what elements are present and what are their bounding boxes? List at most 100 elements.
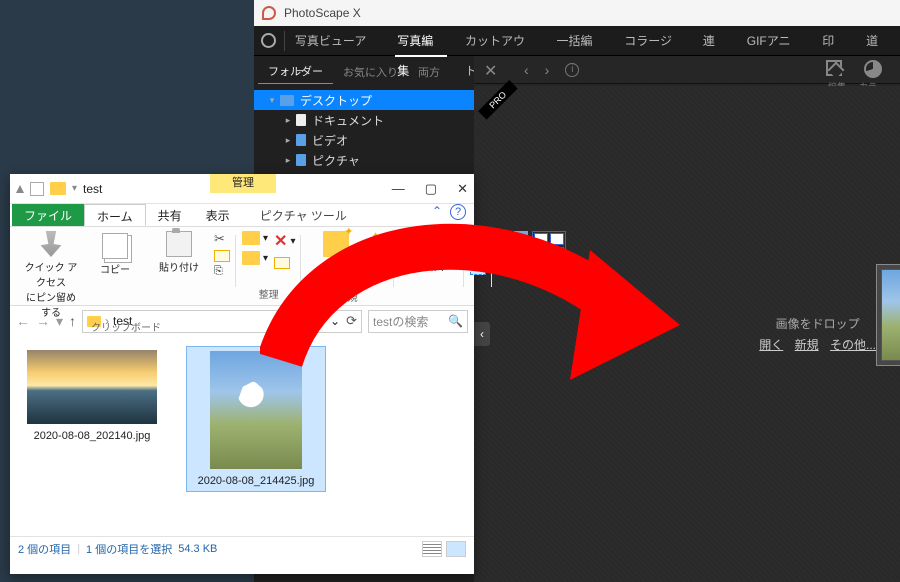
move-to-button[interactable]: ▾ xyxy=(242,231,268,245)
side-tab-both[interactable]: 両方 xyxy=(408,60,450,84)
copy-to-button[interactable]: ▾ xyxy=(242,251,268,265)
tab-editor[interactable]: 写真編集 xyxy=(387,26,455,56)
search-icon[interactable] xyxy=(254,26,284,56)
drop-canvas[interactable]: PRO ‹ 画像をドロップ 開く 新規 その他... ↖ コピー xyxy=(474,86,900,582)
file-item[interactable]: 2020-08-08_214425.jpg xyxy=(186,346,326,492)
delete-icon: ✕ xyxy=(274,231,287,251)
search-icon: 🔍 xyxy=(448,314,463,328)
scissors-icon: ✂ xyxy=(214,231,225,247)
photoscape-titlebar[interactable]: PhotoScape X xyxy=(254,0,900,26)
tree-node-videos[interactable]: ▸ ビデオ xyxy=(254,130,474,150)
dragged-image-thumbnail xyxy=(881,269,900,361)
image-thumbnail xyxy=(27,350,157,424)
tab-combine[interactable]: 連結 xyxy=(693,26,737,56)
ribbon-tab-share[interactable]: 共有 xyxy=(146,204,194,226)
tab-gif[interactable]: GIFアニメ xyxy=(737,26,812,56)
copy-path-button[interactable] xyxy=(214,250,230,262)
maximize-button[interactable]: ▢ xyxy=(425,181,437,197)
easy-access-button[interactable]: ↘▾ xyxy=(371,245,387,256)
pin-quick-access-button[interactable]: クイック アクセス にピン留めする xyxy=(22,231,80,319)
link-open[interactable]: 開く xyxy=(759,338,783,352)
document-icon xyxy=(296,114,306,126)
status-size: 54.3 KB xyxy=(178,543,217,555)
select-none-button[interactable] xyxy=(470,247,486,259)
prev-icon[interactable]: ‹ xyxy=(524,62,529,78)
easy-access-icon: ↘ xyxy=(371,245,379,256)
link-new[interactable]: 新規 xyxy=(795,338,819,352)
address-dropdown-icon[interactable]: ⌄ xyxy=(330,314,340,328)
color-icon[interactable] xyxy=(864,60,882,78)
ribbon-collapse-icon[interactable]: ⌃ xyxy=(432,204,442,226)
tab-cutout[interactable]: カットアウト xyxy=(455,26,547,56)
help-icon[interactable]: ? xyxy=(450,204,466,220)
next-icon[interactable]: › xyxy=(545,62,550,78)
ribbon-tab-home[interactable]: ホーム xyxy=(84,204,146,226)
ribbon-tab-file[interactable]: ファイル xyxy=(12,204,84,226)
ribbon-contextual-tab-group: 管理 xyxy=(210,174,276,193)
pin-icon xyxy=(38,231,64,257)
file-list[interactable]: 2020-08-08_202140.jpg 2020-08-08_214425.… xyxy=(10,336,474,536)
ribbon: クイック アクセス にピン留めする コピー 貼り付け ✂ ⎘ クリップボード ▾… xyxy=(10,226,474,306)
collapse-sidebar-handle[interactable]: ‹ xyxy=(474,322,490,346)
search-box[interactable]: testの検索 🔍 xyxy=(368,310,468,333)
tree-node-pictures[interactable]: ▸ ピクチャ xyxy=(254,150,474,170)
refresh-icon[interactable]: ⟳ xyxy=(346,313,357,329)
ribbon-tab-view[interactable]: 表示 xyxy=(194,204,242,226)
tab-print[interactable]: 印刷 xyxy=(812,26,856,56)
info-icon[interactable]: i xyxy=(565,63,579,77)
select-all-button[interactable] xyxy=(470,231,486,243)
close-icon[interactable]: ✕ xyxy=(484,61,497,81)
rename-button[interactable] xyxy=(274,257,295,269)
thumbnails-view-button[interactable] xyxy=(446,541,466,557)
photoscape-logo-icon xyxy=(262,6,276,20)
edit-icon[interactable] xyxy=(826,60,842,76)
move-icon xyxy=(242,231,260,245)
view-extra-large-icon[interactable] xyxy=(532,231,566,261)
file-item[interactable]: 2020-08-08_202140.jpg xyxy=(22,346,162,446)
view-large-icon[interactable] xyxy=(498,231,528,261)
photoscape-title: PhotoScape X xyxy=(284,6,361,20)
paste-shortcut-button[interactable]: ⎘ xyxy=(214,265,230,278)
invert-selection-button[interactable] xyxy=(470,263,486,275)
tab-collage[interactable]: コラージュ xyxy=(614,26,693,56)
tab-tools[interactable]: 道具 xyxy=(856,26,900,56)
tab-batch[interactable]: 一括編集 xyxy=(547,26,615,56)
photoscape-main-tabs: 写真ビューアー 写真編集 カットアウト 一括編集 コラージュ 連結 GIFアニメ… xyxy=(254,26,900,56)
qat-caret-icon[interactable]: ▾ xyxy=(72,183,77,194)
properties-icon xyxy=(416,231,442,257)
ribbon-tab-picture-tools[interactable]: ピクチャ ツール xyxy=(248,204,359,226)
chevron-right-icon[interactable]: ▸ xyxy=(284,155,292,166)
link-other[interactable]: その他... xyxy=(830,338,876,352)
ribbon-tabs: ファイル ホーム 共有 表示 ピクチャ ツール ⌃ ? xyxy=(10,204,474,226)
chevron-right-icon[interactable]: ▸ xyxy=(284,115,292,126)
file-name: 2020-08-08_202140.jpg xyxy=(34,430,151,442)
details-view-button[interactable] xyxy=(422,541,442,557)
new-folder-icon xyxy=(323,231,349,257)
photoscape-canvas-area: ✕ ‹ › i 編集 カラー PRO ‹ 画像をドロップ 開く 新規 その他..… xyxy=(474,56,900,582)
minimize-button[interactable]: — xyxy=(392,181,405,197)
copy-to-icon xyxy=(242,251,260,265)
qat-dropdown-icon[interactable] xyxy=(16,185,24,193)
tree-node-desktop[interactable]: ▾ デスクトップ xyxy=(254,90,474,110)
shortcut-icon: ⎘ xyxy=(214,265,223,278)
new-folder-button[interactable]: 新しい フォルダー xyxy=(307,231,365,289)
copy-button[interactable]: コピー xyxy=(86,231,144,319)
chevron-right-icon[interactable]: ▸ xyxy=(284,135,292,146)
clipboard-small-buttons: ✂ ⎘ xyxy=(214,231,230,319)
status-selected-count: 1 個の項目を選択 xyxy=(86,541,172,557)
qat-properties-icon[interactable] xyxy=(30,182,44,196)
new-item-icon: ✦ xyxy=(371,231,379,242)
cut-button[interactable]: ✂ xyxy=(214,231,230,247)
tree-node-documents[interactable]: ▸ ドキュメント xyxy=(254,110,474,130)
paste-button[interactable]: 貼り付け xyxy=(150,231,208,319)
properties-button[interactable]: プロパ xyxy=(400,231,458,274)
new-item-button[interactable]: ✦▾ xyxy=(371,231,387,242)
group-label-organize: 整理 xyxy=(259,286,279,301)
folder-icon xyxy=(50,182,66,195)
drop-hint: 画像をドロップ 開く 新規 その他... xyxy=(755,315,880,353)
delete-button[interactable]: ✕▾ xyxy=(274,231,295,251)
rename-icon xyxy=(274,257,290,269)
chevron-down-icon[interactable]: ▾ xyxy=(268,95,276,106)
close-button[interactable]: ✕ xyxy=(457,181,468,197)
tab-viewer[interactable]: 写真ビューアー xyxy=(285,26,387,56)
